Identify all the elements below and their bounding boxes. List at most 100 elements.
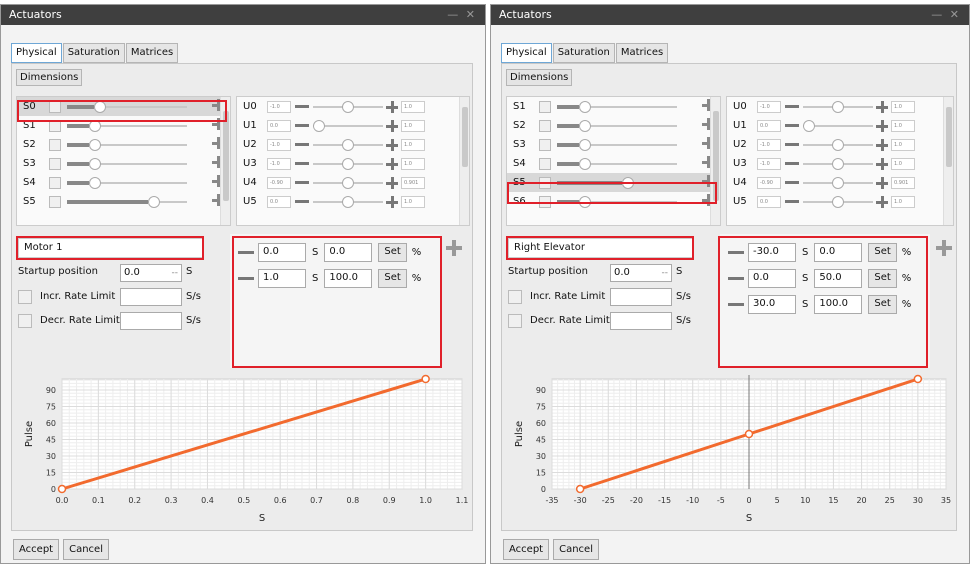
- scrollbar-thumb[interactable]: [462, 107, 468, 167]
- remove-point-icon[interactable]: [728, 276, 744, 280]
- plus-icon[interactable]: [386, 100, 398, 113]
- plus-icon[interactable]: [876, 195, 888, 208]
- output-slider[interactable]: [803, 157, 873, 170]
- tab-physical[interactable]: Physical: [501, 43, 552, 63]
- servo-row[interactable]: S5: [17, 192, 230, 211]
- servo-row[interactable]: S6: [507, 192, 720, 211]
- minus-icon[interactable]: [785, 143, 799, 146]
- slider-knob[interactable]: [578, 100, 591, 113]
- output-slider[interactable]: [313, 138, 383, 151]
- dimensions-button[interactable]: Dimensions: [506, 69, 573, 86]
- output-min-value[interactable]: -1.0: [757, 100, 781, 113]
- output-max-value[interactable]: 1.0: [401, 119, 425, 132]
- decr-rate-limit-checkbox[interactable]: [18, 314, 32, 328]
- minus-icon[interactable]: [785, 124, 799, 127]
- scrollbar[interactable]: [459, 97, 469, 225]
- output-max-value[interactable]: 1.0: [401, 138, 425, 151]
- point-s-input[interactable]: 0.0: [258, 242, 306, 262]
- servo-row[interactable]: S4: [507, 154, 720, 173]
- output-min-value[interactable]: 0.0: [267, 195, 291, 208]
- point-pct-input[interactable]: 100.0: [324, 268, 373, 288]
- plus-icon[interactable]: [386, 195, 398, 208]
- output-min-value[interactable]: -0.90: [267, 176, 291, 189]
- output-max-value[interactable]: 0.901: [401, 176, 425, 189]
- output-max-value[interactable]: 1.0: [891, 195, 915, 208]
- servo-slider[interactable]: [67, 100, 187, 113]
- cancel-button[interactable]: Cancel: [63, 539, 109, 560]
- output-slider[interactable]: [313, 176, 383, 189]
- add-point-icon[interactable]: [446, 240, 462, 256]
- slider-knob[interactable]: [832, 157, 844, 170]
- servo-checkbox[interactable]: [539, 100, 551, 113]
- slider-knob[interactable]: [313, 119, 325, 132]
- accept-button[interactable]: Accept: [13, 539, 60, 560]
- slider-knob[interactable]: [88, 157, 101, 170]
- incr-rate-limit-input[interactable]: [120, 288, 182, 306]
- slider-knob[interactable]: [621, 176, 634, 189]
- servo-checkbox[interactable]: [539, 138, 551, 151]
- minus-icon[interactable]: [295, 124, 309, 127]
- output-max-value[interactable]: 1.0: [891, 157, 915, 170]
- servo-checkbox[interactable]: [49, 100, 61, 113]
- tab-physical[interactable]: Physical: [11, 43, 62, 63]
- output-slider[interactable]: [803, 138, 873, 151]
- servo-checkbox[interactable]: [49, 195, 61, 208]
- servo-row[interactable]: S4: [17, 173, 230, 192]
- slider-knob[interactable]: [342, 176, 354, 189]
- output-slider[interactable]: [803, 176, 873, 189]
- servo-row[interactable]: S3: [17, 154, 230, 173]
- tab-saturation[interactable]: Saturation: [552, 43, 615, 63]
- slider-knob[interactable]: [148, 195, 160, 208]
- output-max-value[interactable]: 0.901: [891, 176, 915, 189]
- servo-row[interactable]: S1: [17, 116, 230, 135]
- point-s-input[interactable]: 1.0: [258, 268, 306, 288]
- slider-knob[interactable]: [832, 138, 844, 151]
- set-button[interactable]: Set: [868, 268, 897, 288]
- slider-knob[interactable]: [578, 157, 591, 170]
- plus-icon[interactable]: [386, 176, 398, 189]
- output-max-value[interactable]: 1.0: [891, 138, 915, 151]
- startup-position-input[interactable]: 0.0 --: [610, 264, 672, 282]
- slider-knob[interactable]: [88, 138, 101, 151]
- remove-point-icon[interactable]: [728, 250, 744, 254]
- output-slider[interactable]: [803, 100, 873, 113]
- window-controls[interactable]: — ✕: [447, 8, 477, 22]
- remove-point-icon[interactable]: [238, 276, 254, 280]
- output-slider[interactable]: [313, 195, 383, 208]
- slider-knob[interactable]: [832, 176, 844, 189]
- servo-row[interactable]: S5: [507, 173, 720, 192]
- output-slider[interactable]: [313, 157, 383, 170]
- output-slider[interactable]: [803, 119, 873, 132]
- minus-icon[interactable]: [295, 181, 309, 184]
- output-max-value[interactable]: 1.0: [891, 100, 915, 113]
- scrollbar-thumb[interactable]: [713, 111, 719, 201]
- decr-rate-limit-checkbox[interactable]: [508, 314, 522, 328]
- servo-slider[interactable]: [557, 195, 677, 208]
- output-max-value[interactable]: 1.0: [401, 195, 425, 208]
- minus-icon[interactable]: [785, 200, 799, 203]
- servo-checkbox[interactable]: [539, 176, 551, 189]
- slider-knob[interactable]: [88, 176, 101, 189]
- servo-slider[interactable]: [557, 119, 677, 132]
- slider-knob[interactable]: [832, 195, 844, 208]
- servo-slider[interactable]: [557, 100, 677, 113]
- slider-knob[interactable]: [578, 195, 591, 208]
- point-s-input[interactable]: 0.0: [748, 268, 796, 288]
- accept-button[interactable]: Accept: [503, 539, 550, 560]
- tab-saturation[interactable]: Saturation: [62, 43, 125, 63]
- dimensions-button[interactable]: Dimensions: [16, 69, 83, 86]
- set-button[interactable]: Set: [868, 294, 897, 314]
- servo-slider[interactable]: [67, 176, 187, 189]
- minus-icon[interactable]: [785, 105, 799, 108]
- slider-knob[interactable]: [832, 100, 844, 113]
- servo-row[interactable]: S3: [507, 135, 720, 154]
- servo-slider[interactable]: [67, 157, 187, 170]
- minus-icon[interactable]: [785, 181, 799, 184]
- minus-icon[interactable]: [295, 105, 309, 108]
- servo-slider[interactable]: [557, 138, 677, 151]
- tab-matrices[interactable]: Matrices: [125, 43, 179, 63]
- plus-icon[interactable]: [386, 119, 398, 132]
- remove-point-icon[interactable]: [728, 302, 744, 306]
- set-button[interactable]: Set: [868, 242, 897, 262]
- output-slider[interactable]: [313, 100, 383, 113]
